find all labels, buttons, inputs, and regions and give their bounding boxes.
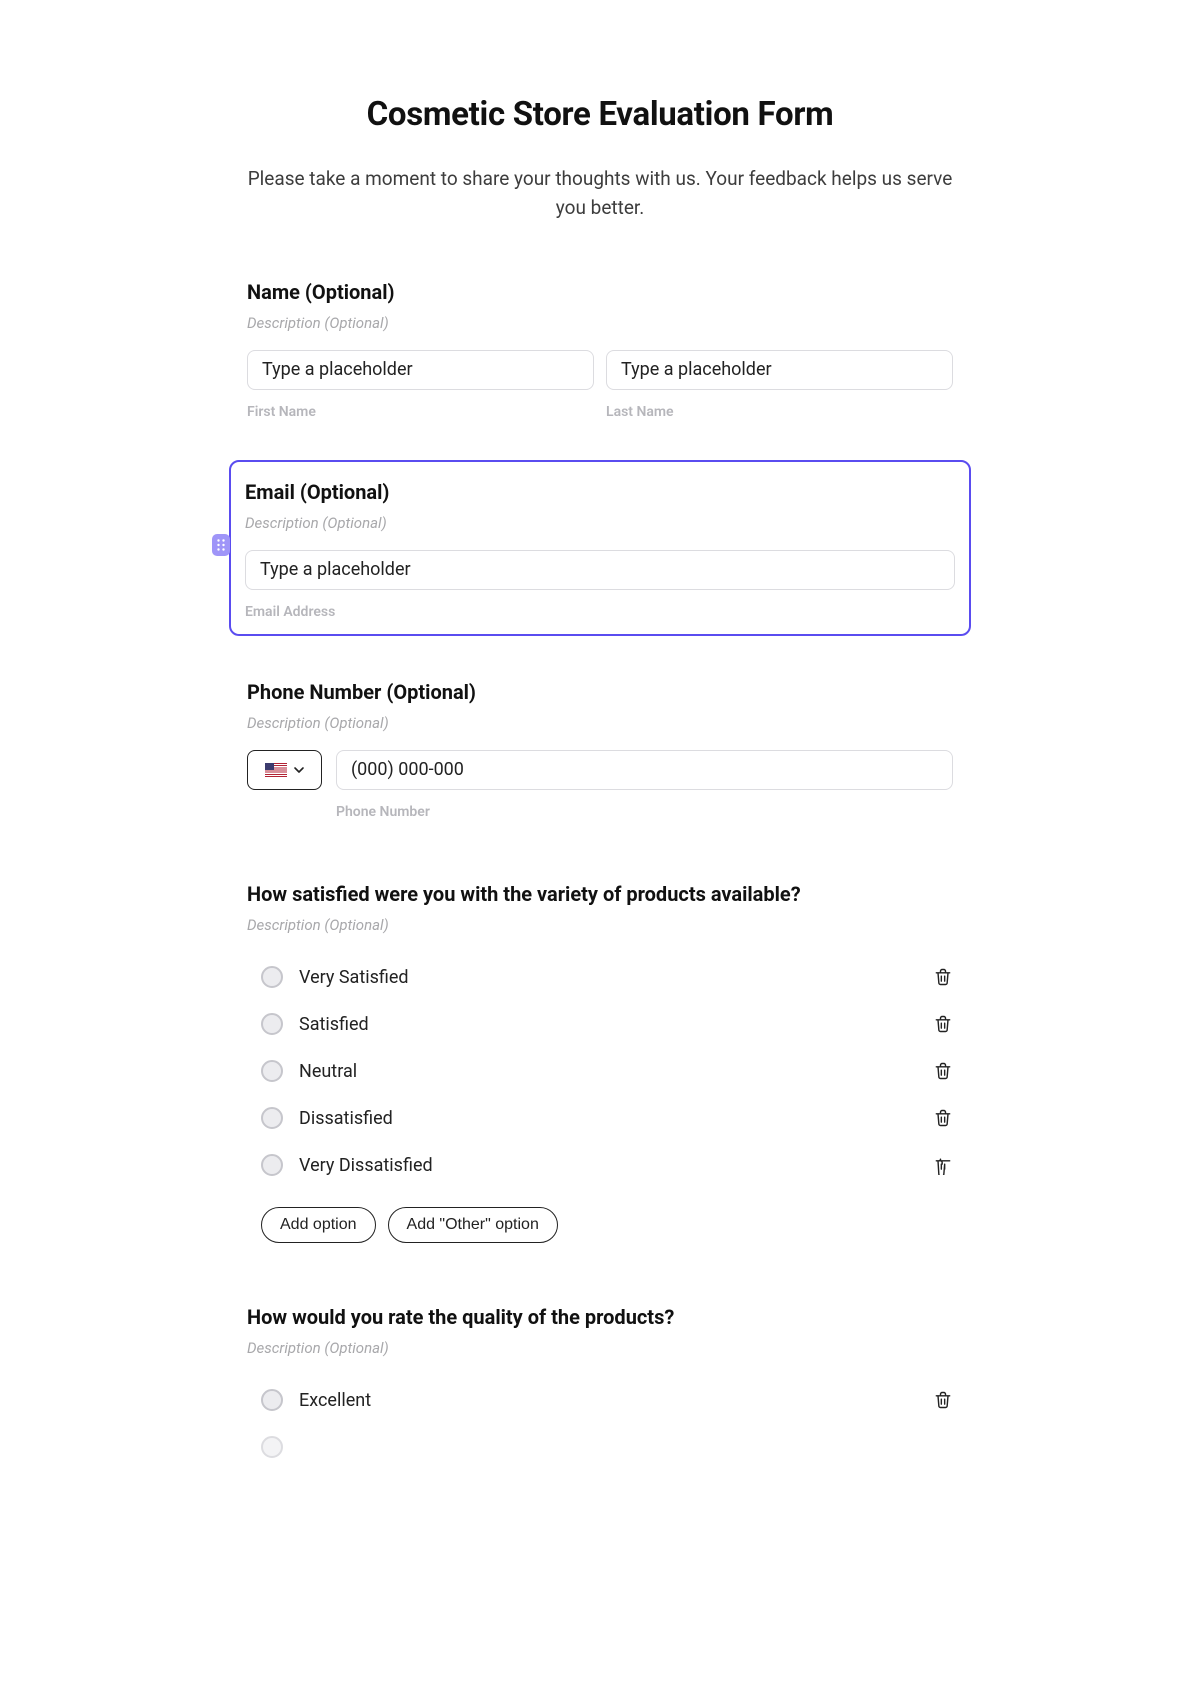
option-row[interactable]: Very Satisfied: [247, 954, 953, 1001]
placeholder-text: Type a placeholder: [621, 359, 772, 380]
option-label[interactable]: Excellent: [299, 1390, 917, 1411]
option-row[interactable]: Satisfied: [247, 1001, 953, 1048]
email-sublabel[interactable]: Email Address: [245, 604, 955, 620]
option-row[interactable]: Excellent: [247, 1377, 953, 1424]
first-name-sublabel[interactable]: First Name: [247, 404, 594, 420]
field-q2[interactable]: How would you rate the quality of the pr…: [245, 1303, 955, 1473]
delete-option-button[interactable]: [933, 1155, 953, 1175]
field-phone[interactable]: Phone Number (Optional) Description (Opt…: [245, 678, 955, 822]
field-label[interactable]: Email (Optional): [245, 480, 955, 504]
delete-option-button[interactable]: [933, 1014, 953, 1034]
country-code-select[interactable]: [247, 750, 322, 790]
delete-option-button[interactable]: [933, 967, 953, 987]
field-q1[interactable]: How satisfied were you with the variety …: [245, 880, 955, 1245]
radio-icon: [261, 1107, 283, 1129]
chevron-down-icon: [293, 764, 305, 776]
description-placeholder[interactable]: Description (Optional): [247, 314, 953, 332]
options-list: Excellent: [247, 1377, 953, 1471]
field-label[interactable]: Phone Number (Optional): [247, 680, 953, 704]
last-name-sublabel[interactable]: Last Name: [606, 404, 953, 420]
form-title: Cosmetic Store Evaluation Form: [245, 95, 955, 134]
placeholder-text: (000) 000-000: [351, 759, 464, 780]
email-placeholder-input[interactable]: Type a placeholder: [245, 550, 955, 590]
field-email[interactable]: Email (Optional) Description (Optional) …: [229, 460, 971, 636]
us-flag-icon: [265, 763, 287, 777]
radio-icon: [261, 1060, 283, 1082]
field-name[interactable]: Name (Optional) Description (Optional) T…: [245, 278, 955, 422]
radio-icon: [261, 1154, 283, 1176]
description-placeholder[interactable]: Description (Optional): [247, 1339, 953, 1357]
form-subtitle: Please take a moment to share your thoug…: [245, 164, 955, 223]
drag-handle-icon[interactable]: [212, 534, 230, 556]
delete-option-button[interactable]: [933, 1390, 953, 1410]
form-builder-canvas: Cosmetic Store Evaluation Form Please ta…: [225, 0, 975, 1473]
option-label[interactable]: Dissatisfied: [299, 1108, 917, 1129]
description-placeholder[interactable]: Description (Optional): [247, 916, 953, 934]
placeholder-text: Type a placeholder: [260, 559, 411, 580]
add-other-option-button[interactable]: Add "Other" option: [388, 1207, 558, 1243]
phone-placeholder-input[interactable]: (000) 000-000: [336, 750, 953, 790]
field-label[interactable]: How satisfied were you with the variety …: [247, 882, 953, 906]
option-label[interactable]: Neutral: [299, 1061, 917, 1082]
placeholder-text: Type a placeholder: [262, 359, 413, 380]
phone-sublabel[interactable]: Phone Number: [336, 804, 430, 820]
field-label[interactable]: Name (Optional): [247, 280, 953, 304]
option-row[interactable]: Neutral: [247, 1048, 953, 1095]
radio-icon: [261, 1013, 283, 1035]
option-row[interactable]: Very Dissatisfied: [247, 1142, 953, 1189]
description-placeholder[interactable]: Description (Optional): [245, 514, 955, 532]
delete-option-button[interactable]: [933, 1108, 953, 1128]
last-name-placeholder-input[interactable]: Type a placeholder: [606, 350, 953, 390]
radio-icon: [261, 1389, 283, 1411]
option-label[interactable]: Satisfied: [299, 1014, 917, 1035]
delete-option-button[interactable]: [933, 1061, 953, 1081]
description-placeholder[interactable]: Description (Optional): [247, 714, 953, 732]
options-list: Very Satisfied Satisfied Neutral: [247, 954, 953, 1189]
option-row[interactable]: [247, 1424, 953, 1471]
add-option-button[interactable]: Add option: [261, 1207, 376, 1243]
field-label[interactable]: How would you rate the quality of the pr…: [247, 1305, 953, 1329]
first-name-placeholder-input[interactable]: Type a placeholder: [247, 350, 594, 390]
radio-icon: [261, 1436, 283, 1458]
option-row[interactable]: Dissatisfied: [247, 1095, 953, 1142]
option-label[interactable]: Very Satisfied: [299, 967, 917, 988]
radio-icon: [261, 966, 283, 988]
option-label[interactable]: Very Dissatisfied: [299, 1155, 917, 1176]
